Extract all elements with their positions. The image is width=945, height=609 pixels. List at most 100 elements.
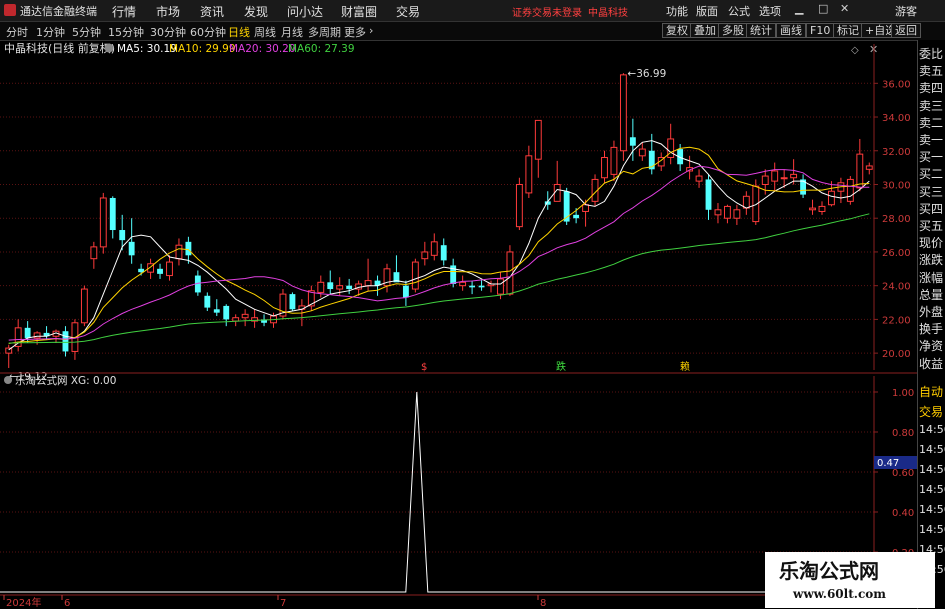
more-chevron-icon[interactable]: ›	[369, 24, 373, 37]
menu-options[interactable]: 选项	[759, 3, 781, 19]
candle-body	[515, 183, 523, 228]
toolbar-mark[interactable]: 标记	[833, 23, 863, 38]
quote-field-label: 卖一	[919, 133, 944, 147]
menu-market[interactable]: 行情	[112, 3, 136, 20]
stock-label: 中晶科技(日线 前复权)	[4, 41, 115, 55]
toolbar-back[interactable]: 返回	[891, 23, 921, 38]
chart-area[interactable]: 中晶科技(日线 前复权) MA5: 30.19 MA10: 29.99 MA20…	[0, 40, 917, 609]
tab-5min[interactable]: 5分钟	[72, 24, 101, 40]
indicator-settings-icon[interactable]	[4, 376, 12, 384]
watermark-title: 乐淘公式网	[779, 559, 879, 583]
quote-field-label: 卖三	[919, 98, 944, 113]
quote-field-label: 卖二	[919, 115, 944, 130]
ma60-label: MA60: 27.39	[288, 43, 355, 55]
candle-body	[497, 278, 504, 295]
price-tick: 32.00	[882, 147, 911, 158]
trade-time: 14:56	[919, 463, 945, 476]
candle-body	[62, 331, 69, 352]
menu-formula[interactable]: 公式	[728, 3, 750, 19]
tab-30min[interactable]: 30分钟	[150, 24, 186, 40]
price-tick: 28.00	[882, 214, 911, 225]
quote-field-label: 外盘	[919, 305, 944, 319]
candle-body	[317, 281, 325, 293]
tab-60min[interactable]: 60分钟	[190, 24, 226, 40]
ma10-label: MA10: 29.99	[169, 43, 236, 55]
quote-field-label: 净资	[919, 339, 944, 354]
stock-name-top: 中晶科技	[588, 8, 628, 19]
indicator-label: 乐淘公式网 XG: 0.00	[15, 374, 116, 387]
candle-body	[695, 175, 703, 182]
candle-body	[856, 153, 864, 189]
menu-markets[interactable]: 市场	[156, 3, 180, 20]
close-icon[interactable]: ✕	[840, 2, 849, 15]
price-tick: 36.00	[882, 79, 911, 90]
indicator-tick: 1.00	[892, 388, 914, 399]
menu-news[interactable]: 资讯	[200, 3, 224, 20]
candle-body	[780, 177, 788, 180]
menu-discover[interactable]: 发现	[244, 3, 268, 20]
indicator-tick: 0.60	[892, 468, 914, 479]
restore-icon[interactable]: □	[818, 2, 828, 15]
candle-body	[327, 282, 334, 290]
tab-multi-period[interactable]: 多周期	[308, 24, 341, 40]
quote-field-label: 买五	[919, 219, 944, 233]
trade-time: 14:56	[919, 423, 945, 436]
menu-fortune[interactable]: 财富圈	[341, 3, 377, 20]
quote-field-label: 换手	[919, 322, 944, 337]
xg-line	[0, 391, 874, 593]
candle-body	[478, 285, 485, 288]
indicator-tick: 0.40	[892, 508, 914, 519]
candle-body	[402, 285, 409, 298]
tab-15min[interactable]: 15分钟	[108, 24, 144, 40]
toolbar-overlay[interactable]: 叠加	[690, 23, 720, 38]
candle-body	[411, 261, 419, 290]
menu-ask[interactable]: 问小达	[287, 3, 323, 20]
quote-field-label: 买四	[919, 201, 944, 216]
tab-1min[interactable]: 1分钟	[36, 24, 65, 40]
indicator-tick: 0.80	[892, 428, 914, 439]
quote-field-label: 涨幅	[919, 270, 944, 285]
quote-field-label: 买二	[919, 167, 944, 182]
settings-icon[interactable]	[104, 43, 114, 53]
candle-body	[601, 157, 608, 179]
candle-body	[364, 280, 372, 287]
menu-function[interactable]: 功能	[666, 3, 688, 19]
tab-weekly[interactable]: 周线	[254, 24, 276, 40]
candle-body	[204, 295, 211, 308]
minimize-icon[interactable]: ▁	[795, 2, 803, 15]
toolbar-draw[interactable]: 画线	[776, 23, 806, 38]
toolbar-f10[interactable]: F10	[806, 23, 835, 38]
candle-body	[534, 119, 542, 160]
indicator-grid	[0, 376, 875, 592]
toolbar-adjust[interactable]: 复权	[662, 23, 692, 38]
candle-body	[553, 183, 561, 202]
candle-body	[610, 146, 618, 175]
toolbar-multi-stock[interactable]: 多股	[718, 23, 748, 38]
candle-body	[752, 185, 760, 223]
tab-intraday[interactable]: 分时	[6, 24, 28, 40]
candle-body	[24, 327, 31, 338]
collapse-icon[interactable]: ◇	[851, 45, 859, 56]
candle-body	[336, 285, 344, 290]
login-warning[interactable]: 证券交易未登录	[512, 4, 582, 19]
quote-field-label: 收益	[919, 356, 944, 371]
tab-daily[interactable]: 日线	[228, 24, 250, 40]
candle-body	[469, 285, 476, 288]
price-tick: 22.00	[882, 315, 911, 326]
guest-label[interactable]: 游客	[895, 3, 917, 19]
quote-field-label: 卖四	[919, 81, 944, 96]
watermark: 乐淘公式网 www.60lt.com	[765, 552, 935, 608]
menu-trade[interactable]: 交易	[396, 3, 420, 20]
candle-body	[119, 230, 126, 241]
tab-more[interactable]: 更多	[344, 24, 366, 40]
candle-body	[157, 268, 163, 274]
menu-layout[interactable]: 版面	[696, 3, 718, 19]
price-axis: 36.00 34.00 32.00 30.00 28.00 26.00 24.00 22.00…	[874, 79, 911, 360]
toolbar-stats[interactable]: 统计	[746, 23, 776, 38]
candle-body	[166, 261, 173, 277]
tab-monthly[interactable]: 月线	[281, 24, 303, 40]
price-tick: 20.00	[882, 349, 911, 360]
candle-body	[175, 244, 183, 260]
main-grid	[0, 44, 875, 370]
marker-fall: 跌	[556, 360, 566, 373]
